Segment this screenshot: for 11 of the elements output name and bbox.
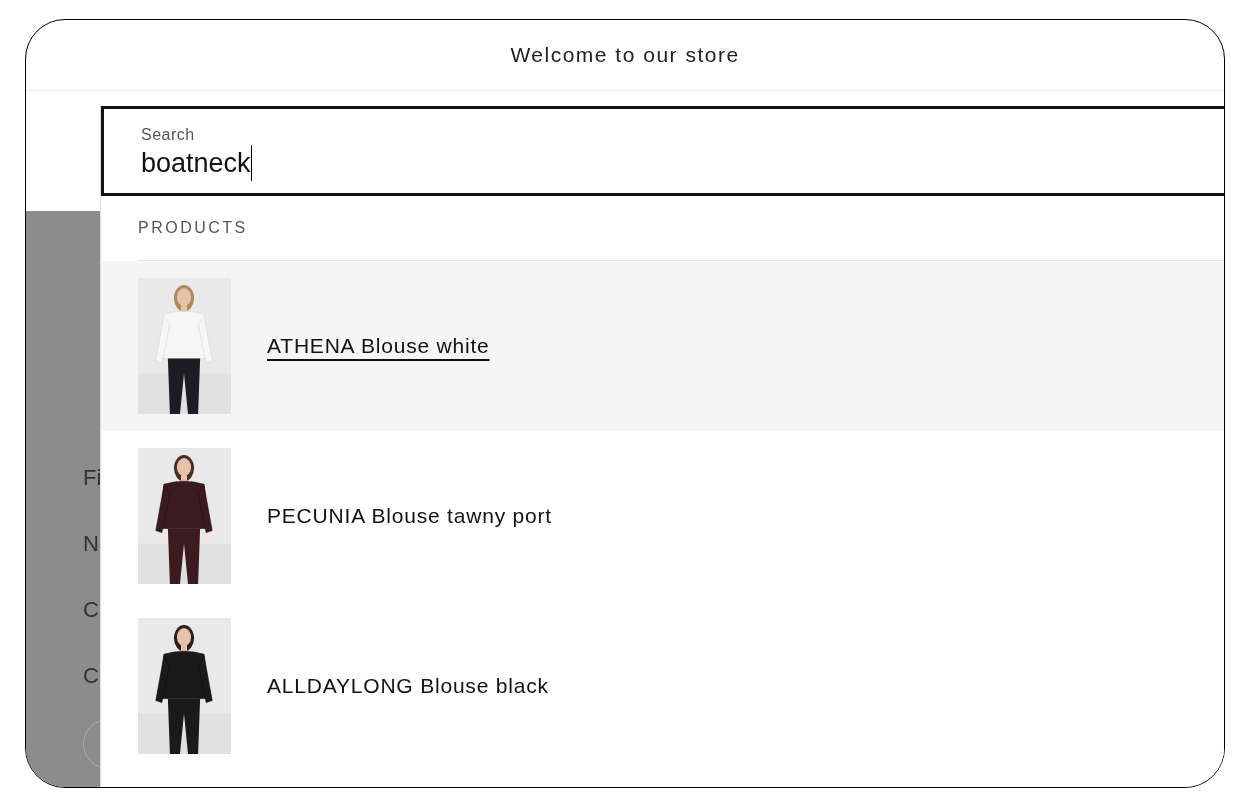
page-link[interactable]: C <box>83 663 99 689</box>
page-link[interactable]: C <box>83 597 99 623</box>
product-name[interactable]: ALLDAYLONG Blouse black <box>267 670 549 702</box>
product-name[interactable]: ATHENA Blouse white <box>267 330 490 362</box>
product-name[interactable]: PECUNIA Blouse tawny port <box>267 500 552 532</box>
section-heading: PRODUCTS <box>138 218 248 238</box>
page-link[interactable]: Fi <box>83 465 102 491</box>
announcement-text: Welcome to our store <box>510 42 740 69</box>
search-field[interactable]: Search boatneck <box>101 106 1224 196</box>
page-link[interactable]: N <box>83 531 99 557</box>
product-result[interactable]: ATHENA Blouse white <box>101 261 1224 431</box>
